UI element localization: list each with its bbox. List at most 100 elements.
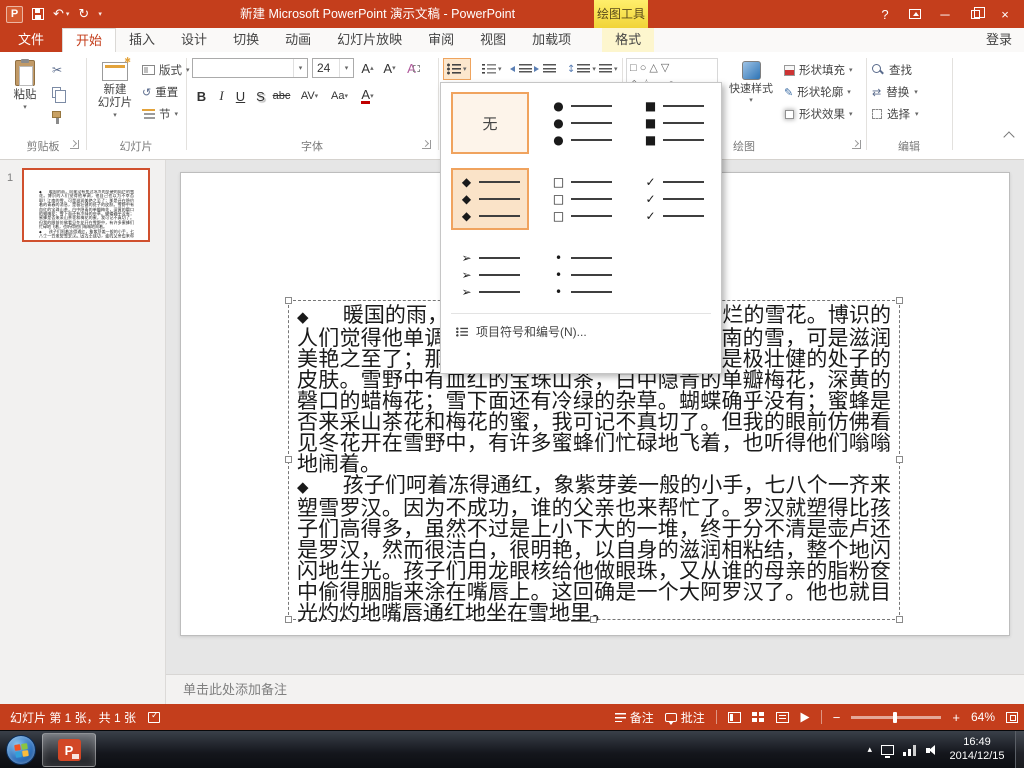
zoom-slider[interactable] <box>851 711 942 723</box>
resize-handle[interactable] <box>896 297 903 304</box>
hidden-icons-chevron[interactable]: ▴ <box>867 745 872 755</box>
character-spacing-button[interactable]: AV <box>300 86 319 106</box>
slide-thumbnail[interactable]: ◆ 暖国的雨，向来没有变过冰冷的坚硬的灿烂的雪花。博识的人们觉得他单调，他自己也以… <box>22 168 150 242</box>
find-button[interactable]: 查找 <box>872 60 912 80</box>
shape-fill-button[interactable]: 形状填充 ▾ <box>784 60 853 80</box>
text-shadow-button[interactable]: S <box>251 86 270 106</box>
normal-view-button[interactable] <box>727 711 741 723</box>
chevron-down-icon[interactable]: ▾ <box>614 65 618 73</box>
redo-button[interactable]: ↻ <box>78 7 89 22</box>
comments-toggle-button[interactable]: 批注 <box>664 709 705 726</box>
cut-button[interactable]: ✂ <box>52 60 62 80</box>
select-button[interactable]: 选择 ▾ <box>872 104 919 124</box>
zoom-in-button[interactable]: + <box>952 710 960 725</box>
restore-button[interactable] <box>960 6 990 22</box>
bullets-and-numbering-menu-item[interactable]: 项目符号和编号(N)... <box>451 319 711 344</box>
reset-button[interactable]: ↺ 重置 <box>142 82 178 102</box>
slide-counter[interactable]: 幻灯片 第 1 张，共 1 张 <box>10 709 136 726</box>
quick-styles-button[interactable]: 快速样式 ▾ <box>724 56 778 134</box>
increase-indent-button[interactable] <box>534 58 559 80</box>
tab-home[interactable]: 开始 <box>62 28 117 52</box>
italic-button[interactable]: I <box>212 86 231 106</box>
underline-button[interactable]: U <box>231 86 250 106</box>
network-icon[interactable] <box>903 744 917 756</box>
layout-button[interactable]: 版式 ▾ <box>142 60 190 80</box>
resize-handle[interactable] <box>285 616 292 623</box>
bold-button[interactable]: B <box>192 86 211 106</box>
reading-view-button[interactable] <box>775 711 789 723</box>
taskbar-powerpoint-button[interactable]: P <box>42 733 96 767</box>
chevron-down-icon[interactable]: ▾ <box>849 66 853 74</box>
zoom-slider-thumb[interactable] <box>893 711 898 723</box>
chevron-down-icon[interactable]: ▾ <box>23 103 27 111</box>
display-tray-icon[interactable] <box>881 745 894 758</box>
new-slide-button[interactable]: 新建幻灯片 ▾ <box>92 56 138 134</box>
chevron-down-icon[interactable]: ▾ <box>339 59 353 77</box>
line-spacing-button[interactable]: ↕ ▾ <box>564 58 599 80</box>
resize-handle[interactable] <box>896 616 903 623</box>
tab-transitions[interactable]: 切换 <box>220 28 272 52</box>
chevron-down-icon[interactable]: ▾ <box>66 10 70 18</box>
qat-customize-button[interactable]: ▾ <box>98 10 102 18</box>
close-button[interactable]: × <box>990 7 1020 22</box>
tab-format[interactable]: 格式 <box>602 28 655 52</box>
paste-button[interactable]: 粘贴 ▾ <box>4 56 46 134</box>
clipboard-dialog-launcher[interactable] <box>70 140 79 149</box>
collapse-ribbon-button[interactable] <box>1004 130 1014 138</box>
numbering-button[interactable]: ▾ <box>479 58 505 80</box>
spell-check-icon[interactable] <box>148 710 161 723</box>
resize-handle[interactable] <box>285 456 292 463</box>
powerpoint-app-icon[interactable]: P <box>6 5 23 23</box>
shape-effects-button[interactable]: 形状效果 ▾ <box>784 104 853 124</box>
tab-animations[interactable]: 动画 <box>272 28 324 52</box>
section-button[interactable]: 节 ▾ <box>142 104 178 124</box>
chevron-down-icon[interactable]: ▾ <box>463 65 467 73</box>
font-color-button[interactable]: A <box>358 86 377 106</box>
zoom-percentage[interactable]: 64% <box>971 710 995 724</box>
tab-slideshow[interactable]: 幻灯片放映 <box>324 28 415 52</box>
bullet-option-none[interactable]: 无 <box>451 92 529 154</box>
decrease-indent-button[interactable] <box>510 58 535 80</box>
chevron-down-icon[interactable]: ▾ <box>849 110 853 118</box>
format-painter-button[interactable] <box>52 104 61 124</box>
copy-button[interactable] <box>52 82 66 103</box>
chevron-down-icon[interactable]: ▾ <box>915 110 919 118</box>
replace-button[interactable]: ⇄ 替换 ▾ <box>872 82 918 102</box>
text-direction-button[interactable]: ▾ <box>596 58 621 80</box>
increase-font-size-button[interactable]: A <box>358 58 377 78</box>
strikethrough-button[interactable]: abc <box>272 86 291 106</box>
undo-button[interactable]: ↶ ▾ <box>53 7 69 22</box>
tab-view[interactable]: 视图 <box>467 28 519 52</box>
resize-handle[interactable] <box>285 297 292 304</box>
tab-review[interactable]: 审阅 <box>415 28 467 52</box>
bullets-button[interactable]: ▾ <box>443 58 471 80</box>
chevron-down-icon[interactable]: ▾ <box>113 111 117 119</box>
drawing-dialog-launcher[interactable] <box>852 140 861 149</box>
notes-toggle-button[interactable]: 备注 <box>614 709 654 726</box>
notes-pane[interactable]: 单击此处添加备注 <box>166 674 1024 704</box>
tab-file[interactable]: 文件 <box>0 28 63 52</box>
slide-thumbnail-panel[interactable]: 1 ◆ 暖国的雨，向来没有变过冰冷的坚硬的灿烂的雪花。博识的人们觉得他单调，他自己… <box>0 160 166 704</box>
bullet-option-filled-circle[interactable]: ● ● ● <box>543 92 621 154</box>
shape-outline-button[interactable]: ✎ 形状轮廓 ▾ <box>784 82 851 102</box>
resize-handle[interactable] <box>896 456 903 463</box>
bullet-option-diamond-selected[interactable]: ◆ ◆ ◆ <box>451 168 529 230</box>
tab-addins[interactable]: 加载项 <box>519 28 584 52</box>
change-case-button[interactable]: Aa <box>330 86 349 106</box>
volume-icon[interactable] <box>926 744 938 756</box>
save-button[interactable] <box>32 8 44 20</box>
bullet-option-small-dot[interactable]: • • • <box>543 244 621 306</box>
font-name-select[interactable]: ▾ <box>192 58 308 78</box>
help-button[interactable]: ? <box>870 7 900 22</box>
chevron-down-icon[interactable]: ▾ <box>914 88 918 96</box>
tab-insert[interactable]: 插入 <box>116 28 168 52</box>
slideshow-view-button[interactable] <box>800 712 810 722</box>
clear-formatting-button[interactable]: A <box>404 58 423 78</box>
font-dialog-launcher[interactable] <box>422 140 431 149</box>
bullet-option-filled-square[interactable]: ■ ■ ■ <box>635 92 713 154</box>
bullet-option-arrow[interactable]: ➢ ➢ ➢ <box>451 244 529 306</box>
chevron-down-icon[interactable]: ▾ <box>847 88 851 96</box>
chevron-down-icon[interactable]: ▾ <box>749 96 753 104</box>
drawing-tools-contextual-label[interactable]: 绘图工具 <box>594 0 648 28</box>
bullet-option-hollow-square[interactable]: □ □ □ <box>543 168 621 230</box>
